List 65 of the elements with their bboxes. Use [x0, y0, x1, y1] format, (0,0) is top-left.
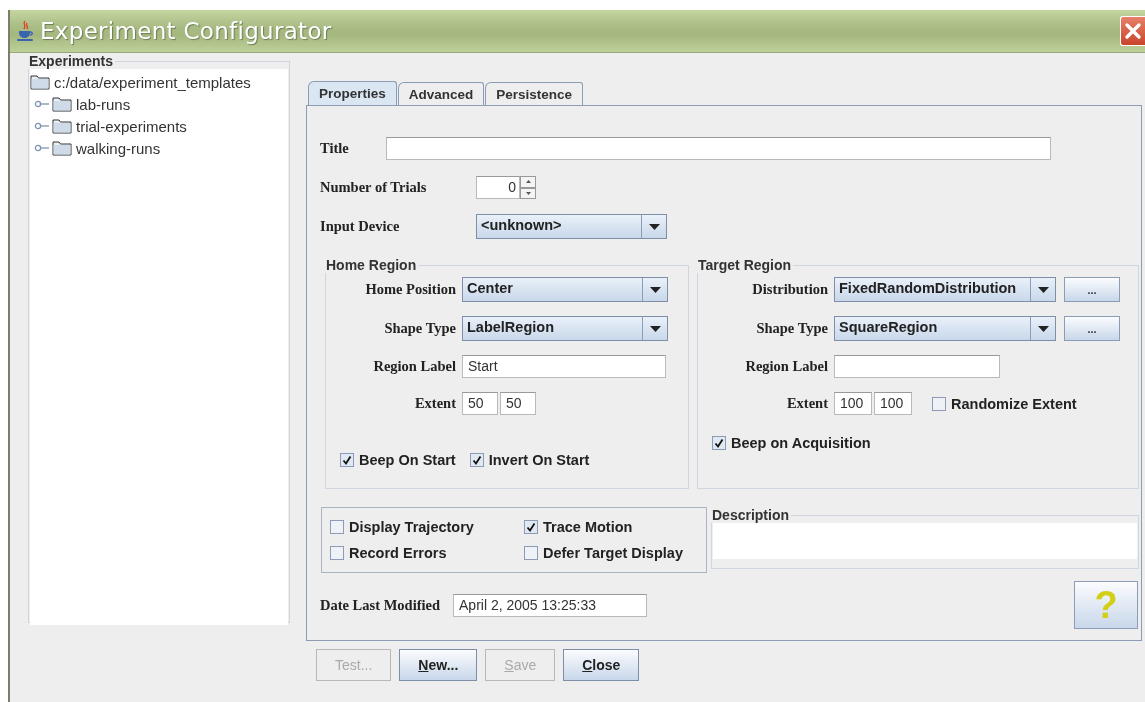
field-label: Shape Type — [383, 320, 457, 337]
text-field[interactable]: 100 — [834, 392, 872, 415]
down-arrow-icon — [525, 191, 531, 195]
close-button[interactable] — [1120, 16, 1145, 46]
more-button[interactable]: ... — [1064, 316, 1120, 341]
text-field[interactable]: 100 — [874, 392, 912, 415]
window-title: Experiment Configurator — [40, 18, 332, 44]
tree-item[interactable]: c:/data/experiment_templates — [30, 71, 288, 93]
checkbox[interactable]: Randomize Extent — [932, 395, 1077, 412]
group-title: Experiments — [28, 53, 115, 69]
field-label: Date Last Modified — [320, 596, 440, 614]
number-field[interactable]: 0 — [476, 176, 520, 199]
field-label: Extent — [785, 395, 829, 412]
folder-icon — [52, 96, 72, 112]
folder-icon — [52, 118, 72, 134]
dropdown[interactable]: LabelRegion — [462, 316, 668, 341]
text-field[interactable] — [834, 355, 1000, 378]
dropdown[interactable]: FixedRandomDistribution — [834, 277, 1056, 302]
checkbox[interactable]: Beep On Start — [340, 452, 456, 468]
tab[interactable]: Advanced — [397, 82, 485, 105]
checkbox[interactable]: Record Errors — [330, 545, 524, 561]
more-button[interactable]: ... — [1064, 277, 1120, 302]
checkbox[interactable]: Trace Motion — [524, 519, 714, 535]
dropdown[interactable]: SquareRegion — [834, 316, 1056, 341]
caret-icon — [649, 286, 661, 293]
folder-icon — [52, 140, 72, 156]
group-title: Home Region — [325, 257, 418, 273]
checkbox[interactable]: Beep on Acquisition — [712, 435, 871, 451]
field-label: Distribution — [751, 281, 829, 298]
field-label: Shape Type — [755, 320, 829, 337]
title-field[interactable] — [386, 137, 1051, 160]
caret-icon — [1037, 325, 1049, 332]
checkbox[interactable]: Invert On Start — [469, 452, 590, 468]
field-label: Number of Trials — [320, 179, 428, 196]
up-arrow-icon — [525, 180, 531, 184]
button[interactable]: New... — [399, 649, 478, 681]
caret-icon — [1037, 286, 1049, 293]
field-label: Region Label — [744, 358, 829, 375]
checkbox[interactable]: Display Trajectory — [330, 519, 524, 535]
caret-icon — [649, 325, 661, 332]
field-label: Title — [320, 140, 350, 157]
button[interactable]: Close — [563, 649, 640, 681]
caret-icon — [648, 223, 660, 230]
text-field[interactable]: 50 — [500, 392, 536, 415]
tree-item[interactable]: lab-runs — [34, 93, 288, 115]
field-label: Home Position — [364, 281, 457, 298]
spin-up-button[interactable] — [520, 176, 536, 188]
description-field[interactable] — [713, 523, 1137, 559]
tab[interactable]: Persistence — [485, 82, 584, 105]
tree-item[interactable]: trial-experiments — [34, 115, 288, 137]
group-title: Description — [711, 507, 790, 523]
field-label: Input Device — [320, 218, 401, 235]
field-label: Extent — [413, 395, 457, 412]
group-title: Target Region — [697, 257, 793, 273]
tree-item[interactable]: walking-runs — [34, 137, 288, 159]
date-field[interactable]: April 2, 2005 13:25:33 — [453, 593, 647, 617]
text-field[interactable]: 50 — [462, 392, 498, 415]
checkbox[interactable]: Defer Target Display — [524, 545, 714, 561]
text-field[interactable]: Start — [462, 355, 666, 378]
tab[interactable]: Properties — [308, 81, 397, 105]
dropdown[interactable]: Center — [462, 277, 668, 302]
cup-icon — [16, 20, 34, 42]
field-label: Region Label — [372, 358, 457, 375]
close-icon — [1124, 22, 1142, 40]
dropdown[interactable]: <unknown> — [476, 214, 667, 239]
